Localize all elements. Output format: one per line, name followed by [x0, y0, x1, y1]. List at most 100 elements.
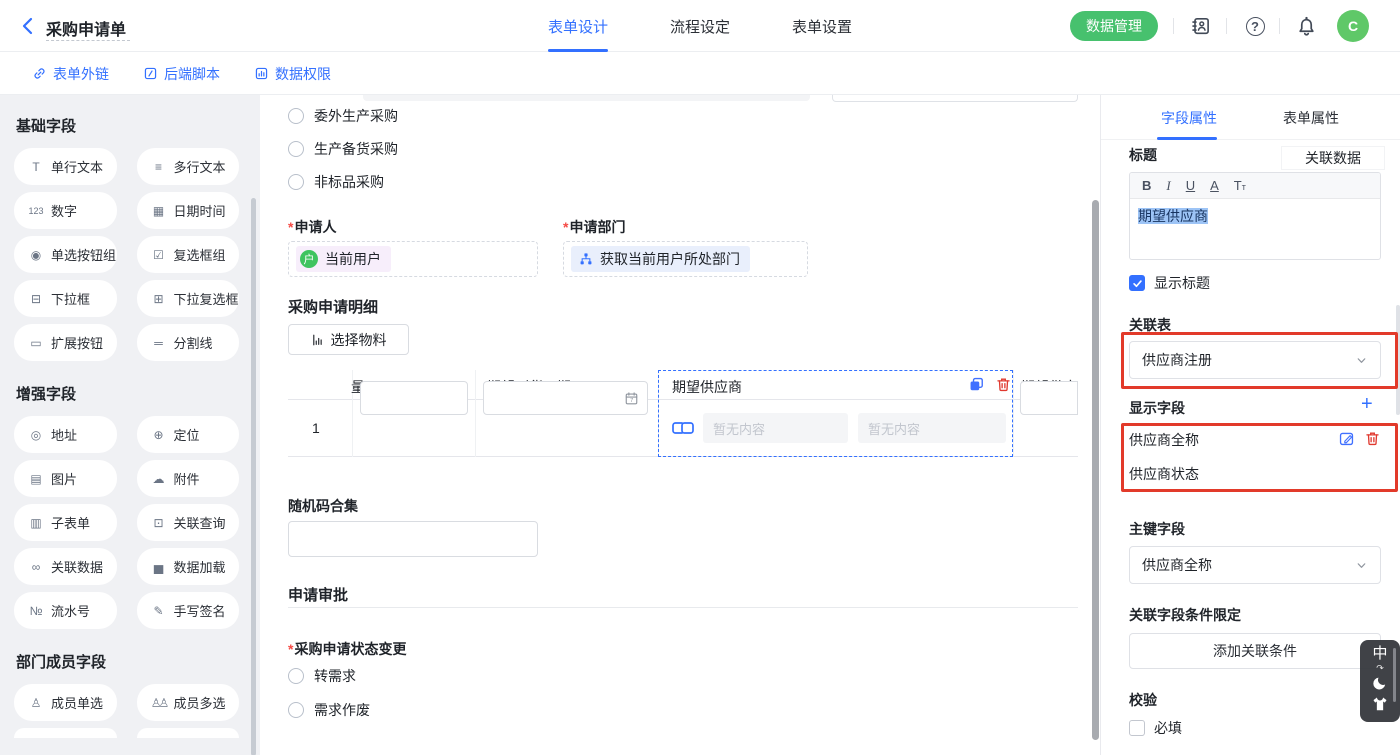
- field-item-label: 子表单: [51, 513, 90, 532]
- contacts-icon[interactable]: [1189, 14, 1213, 38]
- field-item-radio-group[interactable]: ◉单选按钮组: [14, 236, 117, 273]
- tab-form-design[interactable]: 表单设计: [548, 16, 608, 37]
- radio-icon[interactable]: [288, 141, 304, 157]
- field-item-divider[interactable]: ═分割线: [137, 324, 240, 361]
- primary-field-dropdown[interactable]: 供应商全称: [1129, 546, 1381, 584]
- delete-column-icon[interactable]: [995, 376, 1012, 393]
- section-title-member-fields: 部门成员字段: [16, 651, 239, 672]
- random-code-input[interactable]: [288, 521, 538, 557]
- notification-bell-icon[interactable]: [1294, 14, 1318, 38]
- current-department-chip[interactable]: 获取当前用户所处部门: [571, 246, 750, 272]
- field-item-number[interactable]: 123数字: [14, 192, 117, 229]
- title-editor-area[interactable]: 期望供应商: [1130, 199, 1380, 233]
- field-item-signature[interactable]: ✎手写签名: [137, 592, 240, 629]
- related-table-value: 供应商注册: [1142, 350, 1212, 370]
- bold-button[interactable]: B: [1142, 178, 1151, 193]
- field-item-subform[interactable]: ▥子表单: [14, 504, 117, 541]
- translate-icon[interactable]: 中: [1372, 646, 1387, 662]
- canvas-scrollbar[interactable]: [1092, 200, 1099, 740]
- tab-process-setting[interactable]: 流程设定: [670, 16, 730, 37]
- field-item-label: 扩展按钮: [51, 333, 103, 352]
- add-condition-button[interactable]: 添加关联条件: [1129, 633, 1381, 669]
- field-item-multi-line-text[interactable]: ≡多行文本: [137, 148, 240, 185]
- column-header-expected-supplier[interactable]: 期望供应商: [672, 377, 872, 397]
- required-asterisk: *: [288, 219, 293, 235]
- field-item-checkbox-group[interactable]: ☑复选框组: [137, 236, 240, 273]
- member-single-icon: ♙: [28, 696, 44, 710]
- help-icon[interactable]: ?: [1243, 14, 1267, 38]
- form-canvas: 委外生产采购 生产备货采购 非标品采购 *申请人 户 当前用户 *申请部门 获取…: [260, 95, 1092, 755]
- expected-date-input[interactable]: 7: [483, 381, 648, 415]
- field-item-data-load[interactable]: ▅数据加载: [137, 548, 240, 585]
- radio-icon[interactable]: [288, 668, 304, 684]
- radio-icon[interactable]: [288, 108, 304, 124]
- field-item-single-line-text[interactable]: T单行文本: [14, 148, 117, 185]
- field-item-related-query[interactable]: ⊡关联查询: [137, 504, 240, 541]
- display-field-item-status[interactable]: 供应商状态: [1129, 465, 1381, 483]
- radio-option-stock[interactable]: 生产备货采购: [288, 139, 398, 159]
- edit-field-icon[interactable]: [1338, 430, 1355, 447]
- dark-mode-moon-icon[interactable]: [1371, 674, 1389, 692]
- data-permission-link[interactable]: 数据权限: [254, 64, 331, 84]
- radio-option-outsourced[interactable]: 委外生产采购: [288, 106, 398, 126]
- field-item-serial-number[interactable]: №流水号: [14, 592, 117, 629]
- applicant-field[interactable]: 户 当前用户: [288, 241, 538, 277]
- delete-field-icon[interactable]: [1364, 430, 1381, 447]
- field-item-address[interactable]: ◎地址: [14, 416, 117, 453]
- current-user-chip[interactable]: 户 当前用户: [296, 246, 391, 272]
- field-item-member-single[interactable]: ♙成员单选: [14, 684, 117, 721]
- italic-button[interactable]: I: [1166, 178, 1170, 194]
- tab-form-setting[interactable]: 表单设置: [792, 16, 852, 37]
- chevron-down-icon: [1355, 354, 1368, 367]
- field-item-label: 分割线: [174, 333, 213, 352]
- field-item-label: 图片: [51, 469, 77, 488]
- user-avatar[interactable]: C: [1337, 10, 1369, 42]
- field-item-extend-button[interactable]: ▭扩展按钮: [14, 324, 117, 361]
- radio-option-to-demand[interactable]: 转需求: [288, 666, 356, 686]
- back-button[interactable]: [18, 15, 40, 37]
- row-index: 1: [312, 420, 320, 436]
- display-field-item-fullname[interactable]: 供应商全称: [1129, 431, 1381, 449]
- supplier-2-input[interactable]: [1020, 381, 1078, 415]
- field-item-attachment[interactable]: ☁附件: [137, 460, 240, 497]
- select-material-button[interactable]: 选择物料: [288, 324, 409, 355]
- show-title-checkbox[interactable]: [1129, 275, 1145, 291]
- form-external-link[interactable]: 表单外链: [32, 64, 109, 84]
- translate-extension-widget[interactable]: 中 ↷: [1360, 640, 1400, 722]
- field-item-label: 附件: [174, 469, 200, 488]
- font-color-button[interactable]: A: [1210, 178, 1219, 193]
- add-display-field-button[interactable]: +: [1361, 395, 1373, 413]
- panel-scrollbar[interactable]: [1396, 305, 1400, 415]
- data-manage-button[interactable]: 数据管理: [1070, 11, 1158, 41]
- department-field[interactable]: 获取当前用户所处部门: [563, 241, 808, 277]
- underline-button[interactable]: U: [1186, 178, 1195, 193]
- field-item-datetime[interactable]: ▦日期时间: [137, 192, 240, 229]
- theme-shirt-icon[interactable]: [1371, 695, 1389, 713]
- backend-script-link[interactable]: 后端脚本: [143, 64, 220, 84]
- radio-option-demand-void[interactable]: 需求作废: [288, 700, 370, 720]
- section-title-enhanced-fields: 增强字段: [16, 383, 239, 404]
- field-item-label: 下拉框: [51, 289, 90, 308]
- required-checkbox[interactable]: [1129, 720, 1145, 736]
- tab-form-properties[interactable]: 表单属性: [1283, 108, 1339, 128]
- detail-section-title: 采购申请明细: [288, 296, 378, 317]
- field-item-member-multi[interactable]: ♙♙成员多选: [137, 684, 240, 721]
- selected-title-text: 期望供应商: [1138, 208, 1208, 224]
- field-item-image[interactable]: ▤图片: [14, 460, 117, 497]
- copy-column-icon[interactable]: [968, 376, 985, 393]
- sidebar-scrollbar[interactable]: [251, 198, 256, 755]
- quantity-input[interactable]: [360, 381, 468, 415]
- radio-icon[interactable]: [288, 174, 304, 190]
- title-rich-editor[interactable]: B I U A T 期望供应商: [1129, 172, 1381, 260]
- section-title-basic-fields: 基础字段: [16, 115, 239, 136]
- field-item-select[interactable]: ⊟下拉框: [14, 280, 117, 317]
- radio-option-nonstandard[interactable]: 非标品采购: [288, 172, 384, 192]
- column-divider: [1013, 370, 1014, 457]
- field-item-location[interactable]: ⊕定位: [137, 416, 240, 453]
- related-table-dropdown[interactable]: 供应商注册: [1129, 341, 1381, 379]
- tab-field-properties[interactable]: 字段属性: [1161, 108, 1217, 128]
- field-item-multi-select[interactable]: ⊞下拉复选框: [137, 280, 240, 317]
- font-size-button[interactable]: T: [1234, 178, 1246, 193]
- field-item-related-data[interactable]: ∞关联数据: [14, 548, 117, 585]
- radio-icon[interactable]: [288, 702, 304, 718]
